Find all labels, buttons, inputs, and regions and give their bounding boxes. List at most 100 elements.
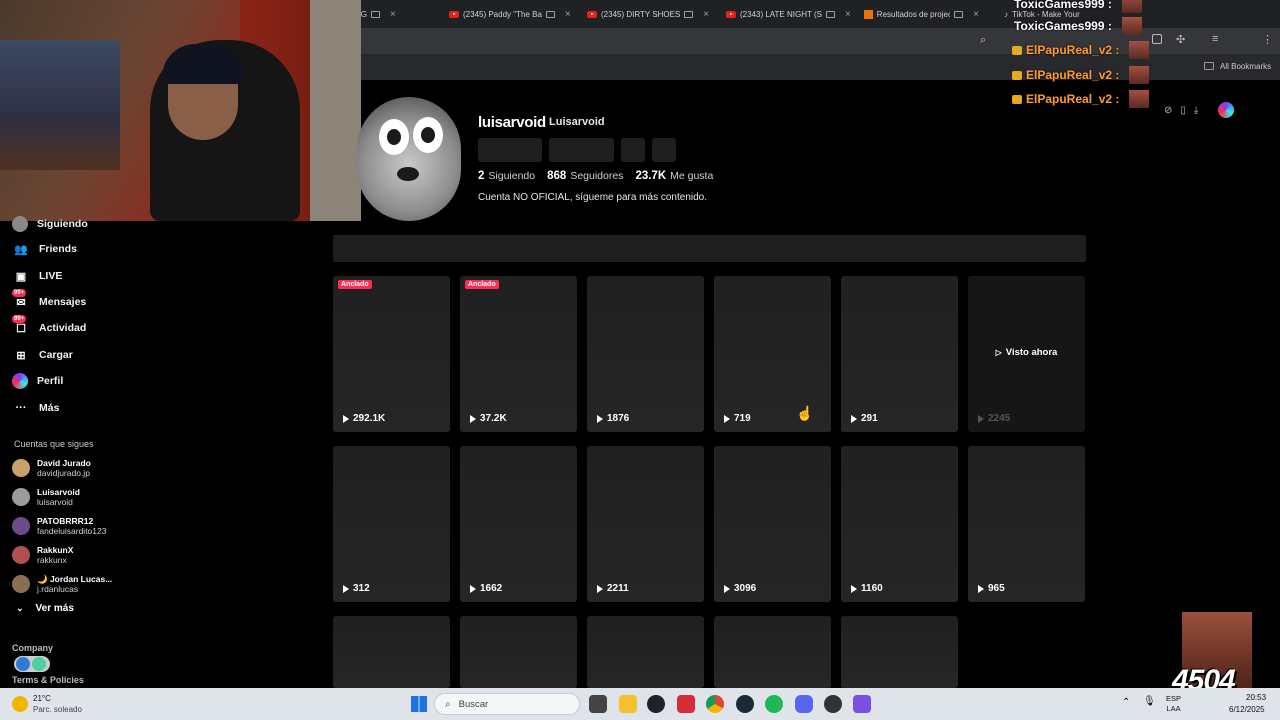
compass-icon[interactable]: ⊘	[1164, 105, 1172, 116]
discord-icon[interactable]	[795, 695, 813, 713]
chat-username: ToxicGames999 :	[1014, 0, 1112, 11]
video-card[interactable]: 719	[714, 276, 831, 432]
followers-count: 868	[547, 170, 567, 182]
close-icon[interactable]: ×	[390, 9, 396, 20]
profile-avatar	[357, 97, 461, 221]
video-card[interactable]: 965	[968, 446, 1085, 602]
sidebar-item[interactable]: ⊞ Cargar	[12, 345, 72, 365]
app-purple-icon[interactable]	[853, 695, 871, 713]
message-button[interactable]	[549, 138, 614, 162]
language-indicator[interactable]: ESP LAA	[1166, 694, 1181, 714]
user-avatar-icon[interactable]	[1218, 102, 1235, 118]
anydesk-icon[interactable]	[677, 695, 695, 713]
video-card[interactable]: 1160	[841, 446, 958, 602]
video-card[interactable]: 2211	[587, 446, 704, 602]
puzzle-icon[interactable]: ✣	[1176, 33, 1185, 46]
following-stat[interactable]: 2 Siguiendo	[478, 170, 535, 182]
youtube-icon	[726, 10, 736, 18]
followed-account[interactable]: Luisarvoid luisarvoid	[12, 484, 80, 510]
video-card[interactable]	[587, 616, 704, 688]
browser-tab[interactable]: (2345) Paddy "The Ba ×	[449, 4, 574, 24]
video-card[interactable]: 3096	[714, 446, 831, 602]
search-placeholder: Buscar	[458, 698, 489, 710]
download-app-icon[interactable]	[32, 657, 46, 671]
task-view-icon[interactable]	[589, 695, 607, 713]
clock-date[interactable]: 6/12/2025	[1229, 705, 1265, 714]
more-icon: ···	[15, 402, 27, 414]
view-count-value: 2245	[988, 413, 1011, 424]
followed-account-text: 🌙 Jordan Lucas... j.rdanlucas	[37, 574, 112, 594]
spotify-icon[interactable]	[765, 695, 783, 713]
view-count: 292.1K	[343, 413, 385, 424]
menu-icon[interactable]: ⋮	[1262, 33, 1273, 46]
site-icon	[864, 9, 873, 19]
chat-username: ElPapuReal_v2 :	[1026, 92, 1120, 106]
followed-account[interactable]: PATOBRRR12 fandeluisardito123	[12, 513, 106, 539]
close-icon[interactable]: ×	[703, 9, 709, 20]
video-card[interactable]	[841, 616, 958, 688]
share-button[interactable]	[652, 138, 676, 162]
video-card[interactable]: 1662	[460, 446, 577, 602]
windows-start-icon[interactable]	[411, 696, 427, 712]
sidebar-item[interactable]: 👥 Friends	[12, 239, 77, 259]
sidebar-item-label: Más	[39, 402, 60, 414]
weather-temp[interactable]: 21°C	[33, 694, 51, 703]
video-card[interactable]: 312	[333, 446, 450, 602]
see-more-button[interactable]: ⌄ Ver más	[16, 603, 74, 614]
zoom-icon[interactable]: ⌕	[980, 34, 986, 47]
tray-chevron-icon[interactable]: ⌃	[1122, 697, 1130, 708]
likes-stat: 23.7K Me gusta	[635, 170, 713, 182]
followers-stat[interactable]: 868 Seguidores	[547, 170, 623, 182]
follow-button[interactable]	[478, 138, 542, 162]
sidebar-item[interactable]: ✉ 99+ Mensajes	[12, 289, 86, 312]
browser-tab[interactable]: NG ×	[355, 4, 435, 24]
video-card[interactable]: ▷ Visto ahora 2245	[968, 276, 1085, 432]
add-friend-button[interactable]	[621, 138, 645, 162]
video-card[interactable]: 1876	[587, 276, 704, 432]
browser-tab[interactable]: Resultados de projec ×	[864, 4, 979, 24]
video-card[interactable]: Anclado 292.1K	[333, 276, 450, 432]
obs-icon[interactable]	[824, 695, 842, 713]
phone-icon[interactable]: ▯	[1180, 105, 1186, 116]
browser-tab[interactable]: (2343) LATE NIGHT (S ×	[726, 4, 851, 24]
media-icon[interactable]: ≡	[1212, 33, 1218, 45]
clock-time[interactable]: 20:53	[1246, 693, 1266, 702]
profile-tab-strip[interactable]	[333, 235, 1086, 262]
weather-icon[interactable]	[12, 696, 28, 712]
file-explorer-icon[interactable]	[619, 695, 637, 713]
taskbar-search[interactable]: ⌕ Buscar	[434, 693, 580, 715]
sidebar-item[interactable]: Perfil	[12, 371, 63, 391]
lang-top: ESP	[1166, 694, 1182, 703]
followed-account[interactable]: 🌙 Jordan Lucas... j.rdanlucas	[12, 571, 112, 597]
close-icon[interactable]: ×	[565, 9, 571, 20]
browser-tab[interactable]: (2345) DIRTY SHOES ×	[587, 4, 712, 24]
close-icon[interactable]: ×	[845, 9, 851, 20]
video-card[interactable]: 291	[841, 276, 958, 432]
xbox-icon[interactable]	[647, 695, 665, 713]
tab-media-icon	[684, 10, 694, 18]
steam-icon[interactable]	[736, 695, 754, 713]
video-card[interactable]	[714, 616, 831, 688]
play-icon	[597, 584, 603, 593]
followed-account[interactable]: RakkunX rakkunx	[12, 542, 73, 568]
sidebar-item[interactable]: ▣ LIVE	[12, 266, 63, 286]
sidebar-item[interactable]: ☐ 99+ Actividad	[12, 315, 86, 338]
extensions-icon[interactable]	[1152, 34, 1162, 44]
video-card[interactable]: Anclado 37.2K	[460, 276, 577, 432]
avatar-left-pupil	[387, 129, 401, 145]
download-icon[interactable]: ⤓	[1194, 105, 1198, 116]
company-link[interactable]: Company	[12, 643, 53, 653]
tab-media-icon	[545, 10, 555, 18]
chrome-icon[interactable]	[706, 695, 724, 713]
all-bookmarks-link[interactable]: All Bookmarks	[1220, 62, 1271, 71]
microphone-icon[interactable]: 🎙	[1143, 696, 1156, 707]
sidebar-item[interactable]: Siguiendo	[12, 214, 88, 234]
video-card[interactable]	[460, 616, 577, 688]
close-icon[interactable]: ×	[973, 9, 979, 20]
pc-app-icon[interactable]	[16, 657, 30, 671]
terms-link[interactable]: Terms & Policies	[12, 675, 84, 685]
video-card[interactable]	[333, 616, 450, 688]
followed-account[interactable]: David Jurado davidjurado.jp	[12, 455, 91, 481]
sidebar-item[interactable]: ··· Más	[12, 398, 60, 418]
tab-media-icon	[954, 10, 964, 18]
